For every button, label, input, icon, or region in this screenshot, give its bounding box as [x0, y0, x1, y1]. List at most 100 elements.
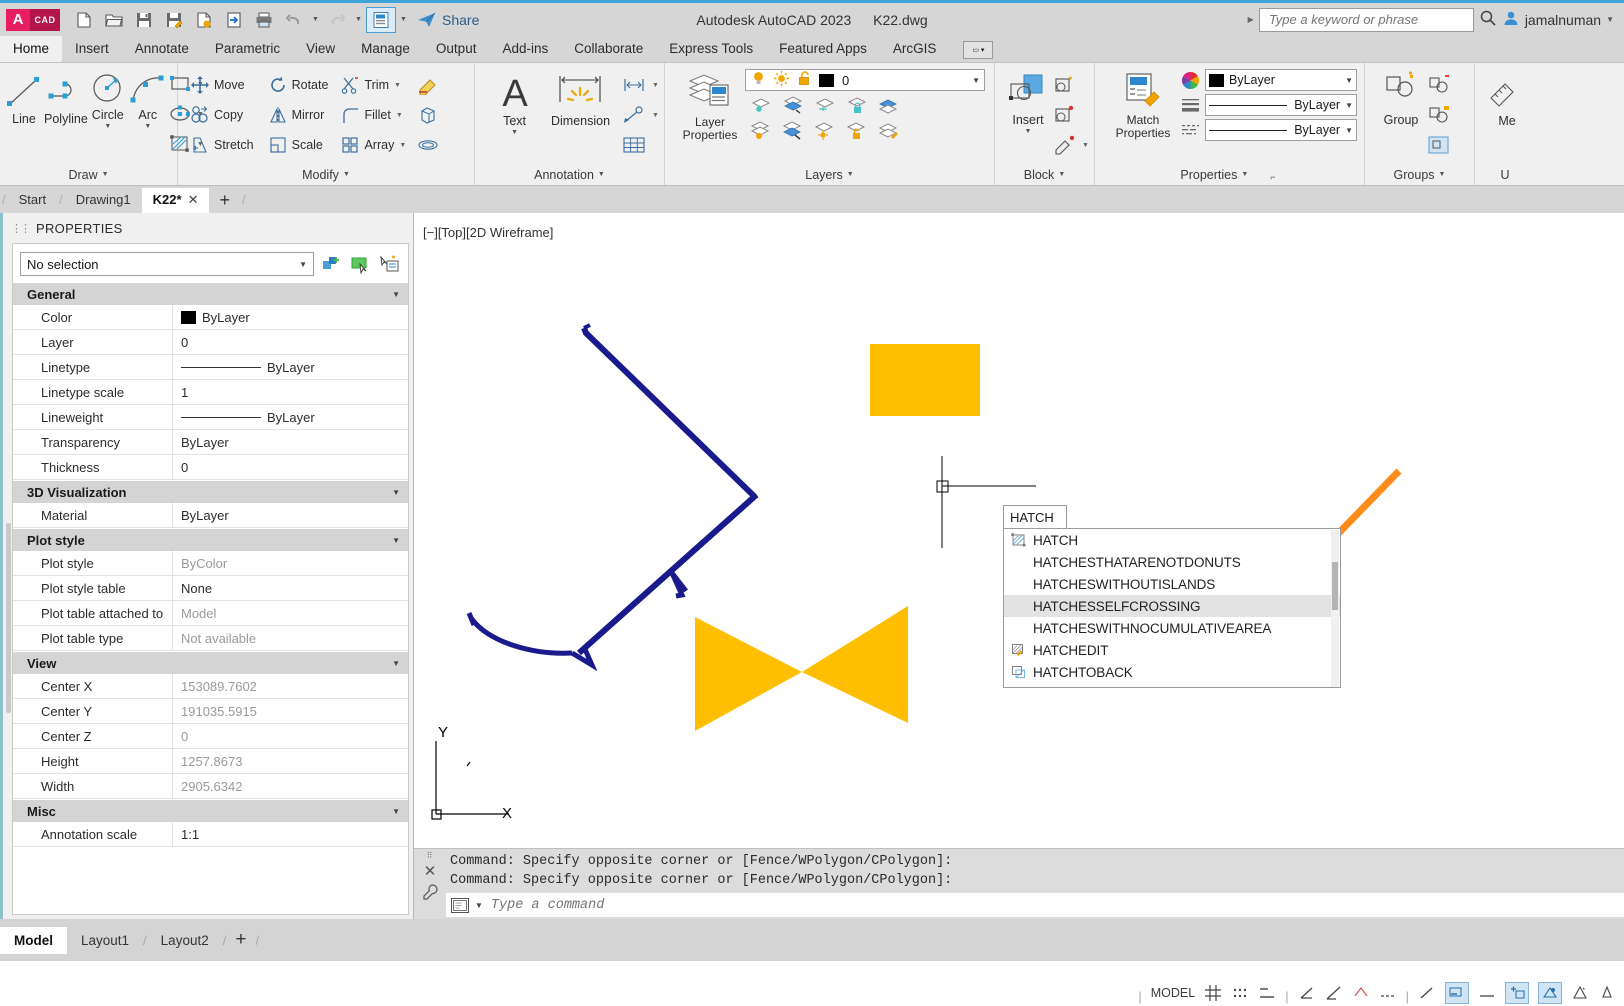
annotation-dimension-button[interactable]: Dimension [544, 66, 617, 128]
modify-offset-button[interactable] [417, 130, 439, 160]
panel-title-draw[interactable]: Draw ▼ [4, 164, 173, 185]
command-history-caret[interactable]: ▼ [475, 901, 483, 910]
autocomplete-item-hatcheswithnocumulativearea[interactable]: HATCHESWITHNOCUMULATIVEAREA [1004, 617, 1340, 639]
linetype-icon[interactable] [1179, 121, 1201, 140]
isometric-drafting-icon[interactable] [1352, 982, 1370, 1004]
palette-group-misc[interactable]: Misc ▼ [13, 799, 408, 822]
modify-move-button[interactable]: Move [190, 70, 254, 100]
properties-panel-caret[interactable]: ▼ [1241, 171, 1248, 178]
draw-arc-button[interactable]: Arc ▼ [128, 66, 168, 130]
ribbon-tab-arcgis[interactable]: ArcGIS [880, 36, 950, 62]
close-icon[interactable]: ✕ [424, 864, 437, 879]
object-snap-tracking-icon[interactable] [1379, 982, 1397, 1004]
palette-row-center-x[interactable]: Center X 153089.7602 [13, 673, 408, 699]
autocomplete-item-hatch[interactable]: HATCH [1004, 529, 1340, 551]
linetype-combo[interactable]: ByLayer ▼ [1205, 94, 1357, 116]
measure-button[interactable]: Me [1483, 66, 1531, 128]
annotation-panel-caret[interactable]: ▼ [598, 171, 605, 178]
autocomplete-item-hatchesselfcrossing[interactable]: HATCHESSELFCROSSING [1004, 595, 1340, 617]
layer-properties-button[interactable]: Layer Properties [677, 66, 743, 142]
panel-title-groups[interactable]: Groups ▼ [1369, 164, 1470, 185]
palette-row-linetype-scale[interactable]: Linetype scale 1 [13, 379, 408, 405]
layer-freeze-icon[interactable] [779, 93, 807, 117]
annotation-table-button[interactable] [621, 130, 660, 160]
autocomplete-item-hatchesthatarenotdonuts[interactable]: HATCHESTHATARENOTDONUTS [1004, 551, 1340, 573]
ribbon-tab-parametric[interactable]: Parametric [202, 36, 293, 62]
linetype-combo-caret[interactable]: ▼ [1345, 101, 1353, 110]
wrench-icon[interactable] [422, 884, 438, 903]
workspace-dropdown-caret[interactable]: ▼ [398, 7, 409, 33]
draw-polyline-button[interactable]: Polyline [44, 66, 88, 126]
layout-tab-layout2[interactable]: Layout2 [147, 927, 223, 954]
palette-group-3d-visualization[interactable]: 3D Visualization ▼ [13, 480, 408, 503]
palette-row-linetype[interactable]: Linetype ByLayer [13, 354, 408, 380]
group-button[interactable]: Group [1375, 66, 1427, 127]
palette-group-view[interactable]: View ▼ [13, 651, 408, 674]
save-icon[interactable] [130, 7, 158, 33]
layer-isolate-icon[interactable] [747, 93, 775, 117]
ribbon-tab-insert[interactable]: Insert [62, 36, 122, 62]
palette-row-material[interactable]: Material ByLayer [13, 502, 408, 528]
open-file-icon[interactable] [100, 7, 128, 33]
grid-display-icon[interactable] [1204, 982, 1222, 1004]
arc-dropdown-caret[interactable]: ▼ [144, 123, 151, 130]
circle-dropdown-caret[interactable]: ▼ [104, 123, 111, 130]
transparency-icon[interactable] [1478, 982, 1496, 1004]
chevron-down-icon[interactable]: ▼ [392, 807, 400, 816]
ribbon-tab-manage[interactable]: Manage [348, 36, 423, 62]
share-button[interactable]: Share [417, 11, 479, 29]
file-tab-k22[interactable]: K22* ✕ [141, 188, 210, 213]
ungroup-button[interactable] [1427, 70, 1451, 100]
ribbon-tab-collaborate[interactable]: Collaborate [561, 36, 656, 62]
lineweight-icon[interactable] [1179, 96, 1201, 115]
command-input[interactable] [488, 896, 1624, 914]
panel-title-annotation[interactable]: Annotation ▼ [479, 164, 660, 185]
autocomplete-scrollbar[interactable] [1331, 530, 1339, 687]
palette-row-thickness[interactable]: Thickness 0 [13, 454, 408, 480]
redo-dropdown-caret[interactable]: ▼ [353, 7, 364, 33]
selection-filtering-icon[interactable] [1598, 982, 1616, 1004]
ortho-mode-icon[interactable] [1298, 982, 1316, 1004]
palette-group-plot-style[interactable]: Plot style ▼ [13, 528, 408, 551]
palette-row-transparency[interactable]: Transparency ByLayer [13, 429, 408, 455]
new-layout-button[interactable]: + [226, 926, 255, 954]
file-tab-drawing1[interactable]: Drawing1 [65, 188, 142, 213]
panel-title-layers[interactable]: Layers ▼ [669, 164, 990, 185]
text-dropdown-caret[interactable]: ▼ [511, 129, 518, 136]
lineweight-combo[interactable]: ByLayer ▼ [1205, 119, 1357, 141]
layer-match-icon[interactable] [875, 119, 903, 143]
status-model-label[interactable]: MODEL [1151, 982, 1195, 1004]
fillet-dropdown-caret[interactable]: ▼ [395, 112, 404, 119]
draw-line-button[interactable]: Line [4, 66, 44, 126]
edit-attribute-dropdown-caret[interactable]: ▼ [1081, 142, 1090, 149]
quick-select-icon[interactable] [319, 252, 343, 276]
dynamic-ucs-icon[interactable] [1571, 982, 1589, 1004]
color-wheel-icon[interactable] [1179, 71, 1201, 90]
selection-cycling-icon[interactable] [1505, 982, 1529, 1004]
block-edit-attribute-button[interactable]: ▼ [1053, 130, 1090, 160]
annotation-linear-dimension-button[interactable]: ▼ [621, 70, 660, 100]
match-properties-button[interactable]: Match Properties [1107, 66, 1179, 140]
lineweight-icon[interactable] [1445, 982, 1469, 1004]
save-as-icon[interactable] [160, 7, 188, 33]
layout-tab-model[interactable]: Model [0, 926, 67, 954]
new-tab-button[interactable]: + [209, 190, 240, 213]
color-combo-caret[interactable]: ▼ [1345, 76, 1353, 85]
modify-fillet-button[interactable]: Fillet ▼ [340, 100, 407, 130]
palette-row-plot-table-type[interactable]: Plot table type Not available [13, 625, 408, 651]
publish-icon[interactable] [220, 7, 248, 33]
palette-row-width[interactable]: Width 2905.6342 [13, 773, 408, 799]
modify-mirror-button[interactable]: Mirror [268, 100, 329, 130]
chevron-down-icon[interactable]: ▼ [392, 536, 400, 545]
undo-icon[interactable] [280, 7, 308, 33]
selection-combo[interactable]: No selection ▼ [20, 252, 314, 276]
layer-on-bulb-icon[interactable] [750, 70, 767, 90]
layer-thaw-sun-icon[interactable] [773, 70, 790, 90]
autocomplete-item-hatchtoback[interactable]: HATCHTOBACK [1004, 661, 1340, 683]
layer-unisolate-icon[interactable] [811, 119, 839, 143]
panel-title-properties[interactable]: Properties ▼ ⌐ [1099, 164, 1360, 185]
palette-row-layer[interactable]: Layer 0 [13, 329, 408, 355]
ribbon-tab-featured-apps[interactable]: Featured Apps [766, 36, 880, 62]
chevron-down-icon[interactable]: ▼ [392, 659, 400, 668]
layout-tab-layout1[interactable]: Layout1 [67, 927, 143, 954]
